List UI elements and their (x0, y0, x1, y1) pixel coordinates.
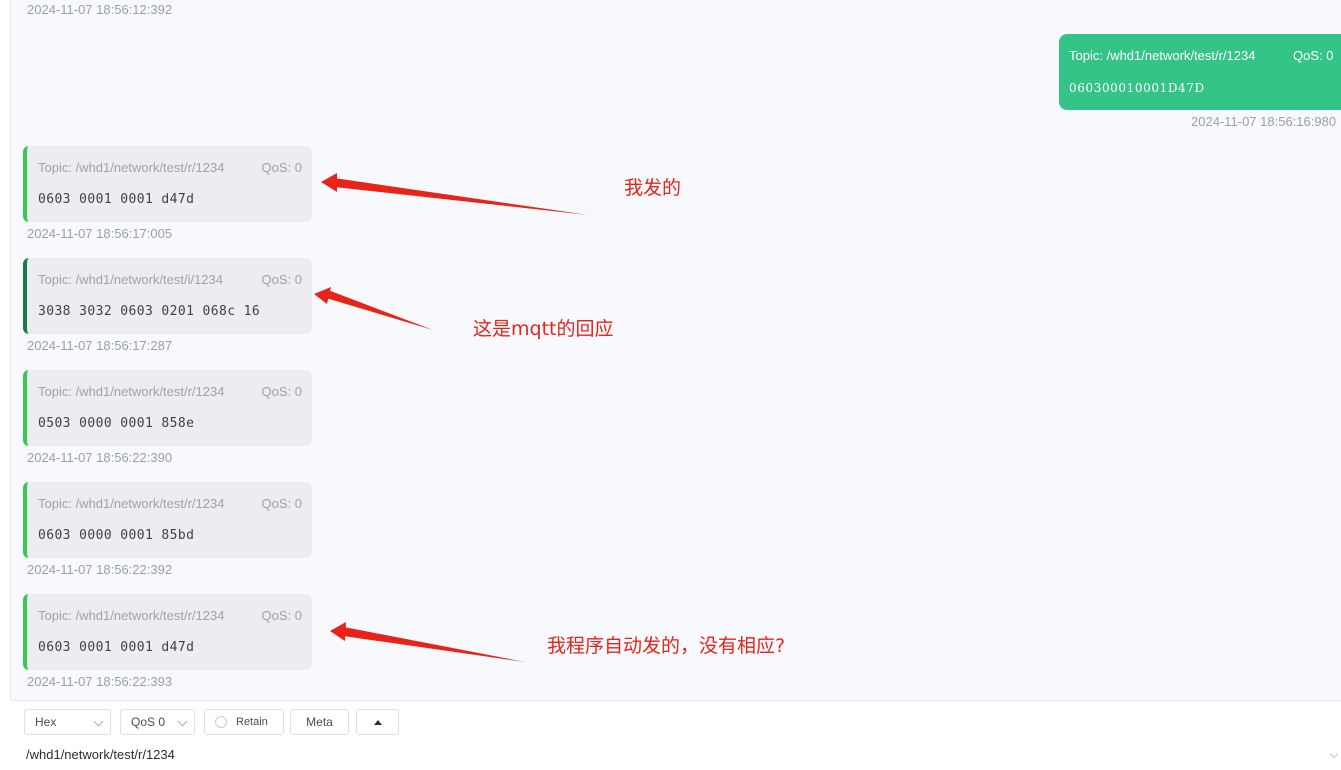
arrow-annotation-icon (321, 173, 588, 215)
qos-select[interactable]: QoS 0 (120, 709, 195, 735)
chevron-down-icon (1329, 749, 1339, 759)
meta-label: Meta (306, 715, 333, 729)
radio-circle-icon (215, 716, 227, 728)
payload-format-value: Hex (35, 715, 57, 729)
chevron-down-icon (93, 716, 104, 727)
payload-format-select[interactable]: Hex (24, 709, 111, 735)
message-composer: Hex QoS 0 Retain Meta (11, 700, 1341, 770)
caret-up-icon (373, 719, 382, 725)
arrow-annotation-icon (330, 622, 525, 662)
expand-button[interactable] (356, 709, 399, 735)
annotation-text: 这是mqtt的回应 (473, 318, 614, 340)
arrow-annotation-icon (314, 287, 433, 330)
chevron-down-icon (177, 716, 188, 727)
qos-value: QoS 0 (131, 715, 166, 729)
annotation-text: 我发的 (624, 177, 682, 199)
retain-label: Retain (236, 716, 268, 728)
annotation-text: 我程序自动发的，没有相应? (547, 635, 786, 657)
meta-button[interactable]: Meta (290, 709, 349, 735)
retain-toggle[interactable]: Retain (204, 709, 284, 735)
annotation-arrows (314, 173, 588, 662)
topic-input[interactable] (26, 747, 1316, 762)
